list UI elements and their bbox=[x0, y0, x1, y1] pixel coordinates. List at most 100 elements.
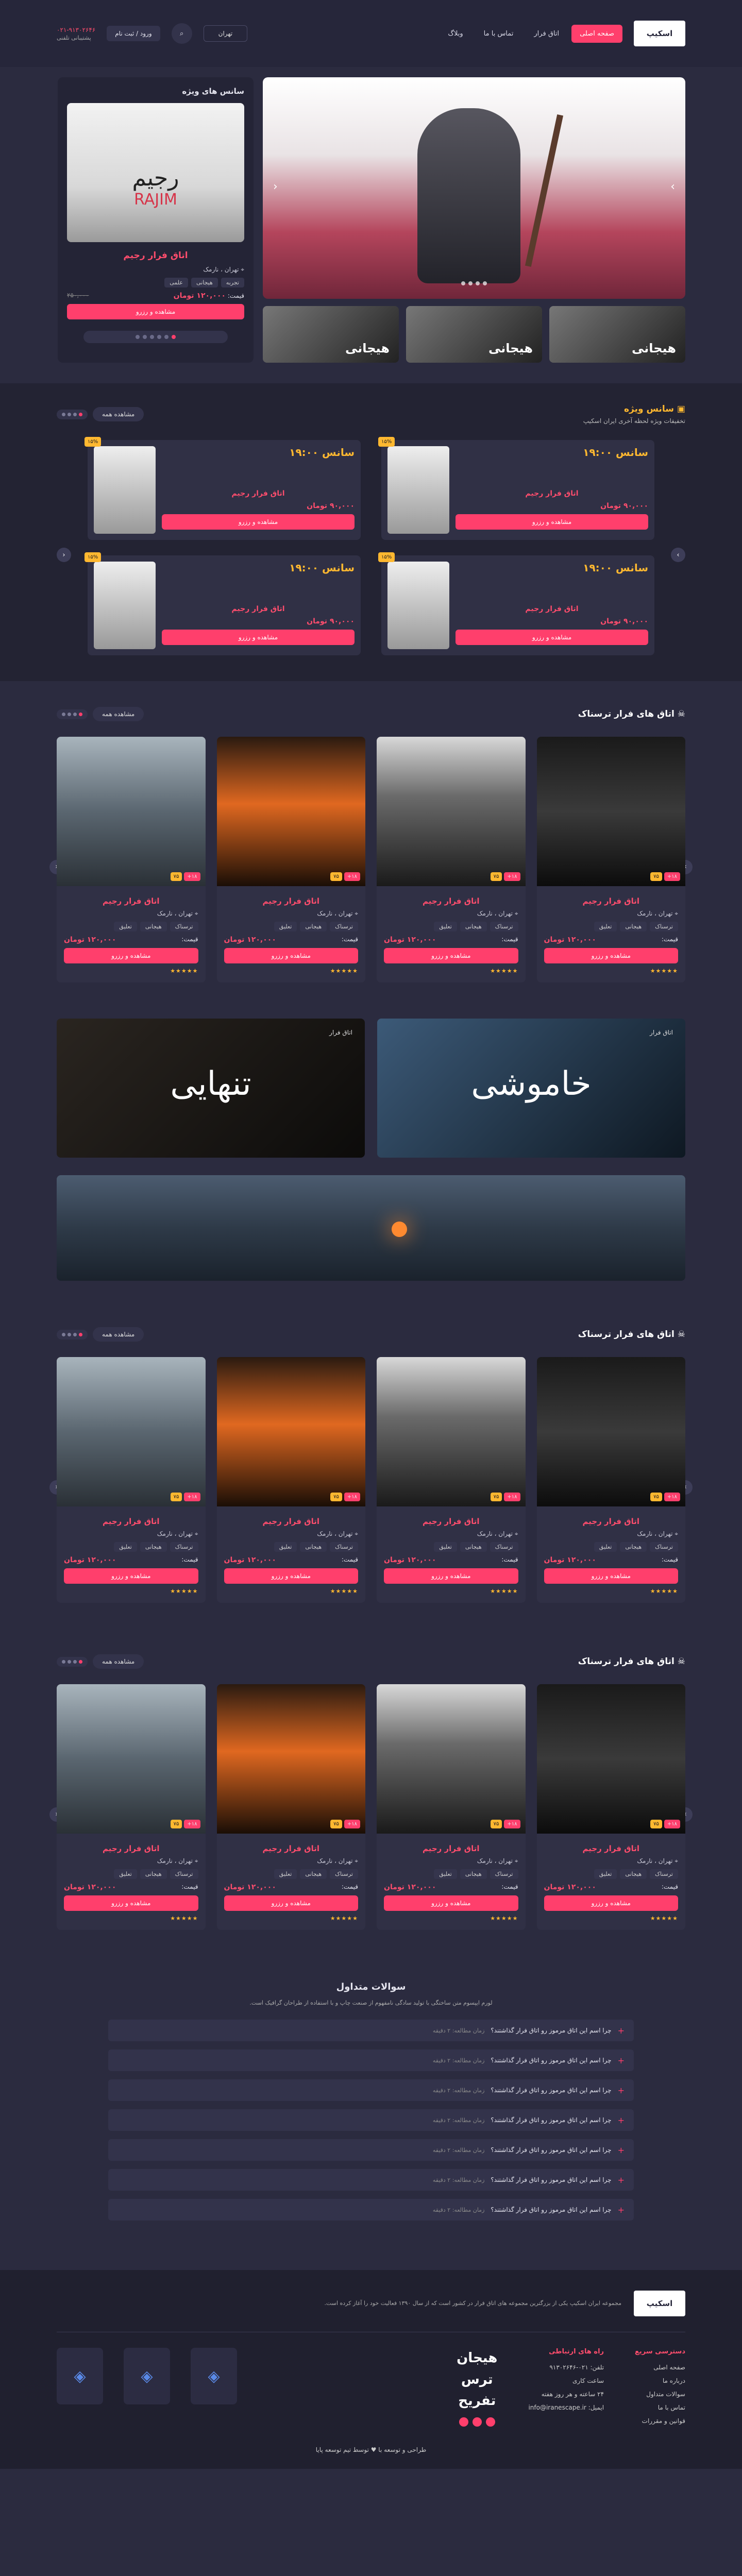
faq-item[interactable]: + چرا اسم این اتاق مرموز رو اتاق فرار گذا… bbox=[108, 2020, 634, 2041]
pager-dot[interactable] bbox=[150, 335, 154, 339]
slider-dot[interactable] bbox=[461, 281, 465, 285]
footer-link[interactable]: تماس با ما bbox=[635, 2404, 685, 2411]
pager-dot[interactable] bbox=[68, 1659, 71, 1664]
room-card[interactable]: ۱۸+ ۷۵ اتاق فرار رجیم ⌖ تهران ، نارمک ترس… bbox=[377, 1684, 526, 1930]
slider-next-icon[interactable]: › bbox=[670, 180, 675, 193]
reserve-button[interactable]: مشاهده و رزرو bbox=[384, 1895, 518, 1911]
pager-dot[interactable] bbox=[172, 335, 176, 339]
footer-logo[interactable]: اسکیپ bbox=[634, 2291, 685, 2316]
slider-dot[interactable] bbox=[468, 281, 473, 285]
room-card[interactable]: ۱۸+ ۷۵ اتاق فرار رجیم ⌖ تهران ، نارمک ترس… bbox=[536, 1684, 685, 1930]
room-card[interactable]: ۱۸+ ۷۵ اتاق فرار رجیم ⌖ تهران ، نارمک ترس… bbox=[57, 1357, 206, 1603]
pager-dot[interactable] bbox=[136, 335, 140, 339]
pager-dot[interactable] bbox=[79, 712, 82, 716]
hero-thumb[interactable]: هیجانی bbox=[406, 306, 542, 363]
nav-contact[interactable]: تماس با ما bbox=[476, 25, 522, 43]
instagram-icon[interactable] bbox=[485, 2417, 495, 2427]
faq-item[interactable]: + چرا اسم این اتاق مرموز رو اتاق فرار گذا… bbox=[108, 2109, 634, 2131]
enamad-badge[interactable]: ◈ bbox=[191, 2348, 237, 2404]
reserve-button[interactable]: مشاهده و رزرو bbox=[544, 1895, 678, 1911]
reserve-button[interactable]: مشاهده و رزرو bbox=[544, 1568, 678, 1584]
room-card[interactable]: ۱۸+ ۷۵ اتاق فرار رجیم ⌖ تهران ، نارمک ترس… bbox=[536, 1357, 685, 1603]
room-card[interactable]: ۱۸+ ۷۵ اتاق فرار رجیم ⌖ تهران ، نارمک ترس… bbox=[216, 737, 365, 982]
footer-link[interactable]: صفحه اصلی bbox=[635, 2364, 685, 2371]
pager-dot[interactable] bbox=[73, 412, 77, 416]
slider-prev-icon[interactable]: ‹ bbox=[273, 180, 278, 193]
faq-item[interactable]: + چرا اسم این اتاق مرموز رو اتاق فرار گذا… bbox=[108, 2079, 634, 2101]
session-card[interactable]: ۱۵% سانس ۱۹:۰۰ اتاق فرار رجیم ۹۰,۰۰۰ تومان… bbox=[85, 437, 361, 540]
card-title[interactable]: اتاق فرار رجیم bbox=[67, 250, 244, 261]
pager-dot[interactable] bbox=[79, 412, 82, 416]
room-card[interactable]: ۱۸+ ۷۵ اتاق فرار رجیم ⌖ تهران ، نارمک ترس… bbox=[377, 1357, 526, 1603]
room-card[interactable]: ۱۸+ ۷۵ اتاق فرار رجیم ⌖ تهران ، نارمک ترس… bbox=[216, 1684, 365, 1930]
room-card[interactable]: ۱۸+ ۷۵ اتاق فرار رجیم ⌖ تهران ، نارمک ترس… bbox=[536, 737, 685, 982]
telegram-icon[interactable] bbox=[472, 2417, 482, 2427]
forest-banner[interactable] bbox=[57, 1175, 685, 1281]
pager-dot[interactable] bbox=[79, 1332, 82, 1336]
pager-dot[interactable] bbox=[68, 712, 71, 716]
room-card[interactable]: ۱۸+ ۷۵ اتاق فرار رجیم ⌖ تهران ، نارمک ترس… bbox=[216, 1357, 365, 1603]
reserve-button[interactable]: مشاهده و رزرو bbox=[544, 948, 678, 963]
reserve-button[interactable]: مشاهده و رزرو bbox=[67, 304, 244, 319]
view-all-button[interactable]: مشاهده همه bbox=[93, 707, 144, 721]
footer-link[interactable]: سوالات متداول bbox=[635, 2391, 685, 2398]
reserve-button[interactable]: مشاهده و رزرو bbox=[64, 948, 198, 963]
slider-dot[interactable] bbox=[476, 281, 480, 285]
faq-item[interactable]: + چرا اسم این اتاق مرموز رو اتاق فرار گذا… bbox=[108, 2049, 634, 2071]
pager-dot[interactable] bbox=[73, 1659, 77, 1664]
reserve-button[interactable]: مشاهده و رزرو bbox=[162, 514, 355, 530]
banner-silence[interactable]: اتاق فرار خاموشی bbox=[377, 1019, 685, 1158]
room-card[interactable]: ۱۸+ ۷۵ اتاق فرار رجیم ⌖ تهران ، نارمک ترس… bbox=[57, 737, 206, 982]
reserve-button[interactable]: مشاهده و رزرو bbox=[456, 514, 648, 530]
search-button[interactable]: ⌕ bbox=[171, 23, 192, 44]
reserve-button[interactable]: مشاهده و رزرو bbox=[64, 1568, 198, 1584]
session-card[interactable]: ۱۵% سانس ۱۹:۰۰ اتاق فرار رجیم ۹۰,۰۰۰ تومان… bbox=[378, 437, 654, 540]
room-poster[interactable]: رجیم RAJIM bbox=[67, 103, 244, 242]
pager-dot[interactable] bbox=[62, 412, 65, 416]
pager-dot[interactable] bbox=[62, 1659, 65, 1664]
reserve-button[interactable]: مشاهده و رزرو bbox=[384, 1568, 518, 1584]
room-card[interactable]: ۱۸+ ۷۵ اتاق فرار رجیم ⌖ تهران ، نارمک ترس… bbox=[57, 1684, 206, 1930]
pager-dot[interactable] bbox=[164, 335, 168, 339]
faq-item[interactable]: + چرا اسم این اتاق مرموز رو اتاق فرار گذا… bbox=[108, 2169, 634, 2191]
etehadieh-badge[interactable]: ◈ bbox=[57, 2348, 103, 2404]
pager-dot[interactable] bbox=[73, 712, 77, 716]
hero-thumb[interactable]: هیجانی bbox=[549, 306, 685, 363]
room-card[interactable]: ۱۸+ ۷۵ اتاق فرار رجیم ⌖ تهران ، نارمک ترس… bbox=[377, 737, 526, 982]
view-all-button[interactable]: مشاهده همه bbox=[93, 1327, 144, 1342]
reserve-button[interactable]: مشاهده و رزرو bbox=[224, 1895, 358, 1911]
view-all-button[interactable]: مشاهده همه bbox=[93, 1654, 144, 1669]
hero-thumb[interactable]: هیجانی bbox=[263, 306, 399, 363]
pager-dot[interactable] bbox=[79, 1659, 82, 1664]
reserve-button[interactable]: مشاهده و رزرو bbox=[64, 1895, 198, 1911]
footer-link[interactable]: درباره ما bbox=[635, 2377, 685, 2384]
reserve-button[interactable]: مشاهده و رزرو bbox=[224, 948, 358, 963]
nav-home[interactable]: صفحه اصلی bbox=[571, 24, 622, 43]
pager-dot[interactable] bbox=[143, 335, 147, 339]
pager-dot[interactable] bbox=[68, 412, 71, 416]
reserve-button[interactable]: مشاهده و رزرو bbox=[224, 1568, 358, 1584]
city-select[interactable]: تهران bbox=[203, 25, 248, 42]
hero-slider[interactable]: › ‹ bbox=[263, 77, 685, 299]
faq-item[interactable]: + چرا اسم این اتاق مرموز رو اتاق فرار گذا… bbox=[108, 2199, 634, 2221]
pager-dot[interactable] bbox=[73, 1332, 77, 1336]
pager-dot[interactable] bbox=[62, 1332, 65, 1336]
next-arrow-icon[interactable]: › bbox=[671, 548, 685, 562]
prev-arrow-icon[interactable]: ‹ bbox=[57, 548, 71, 562]
session-card[interactable]: ۱۵% سانس ۱۹:۰۰ اتاق فرار رجیم ۹۰,۰۰۰ تومان… bbox=[85, 552, 361, 655]
samandehi-badge[interactable]: ◈ bbox=[124, 2348, 170, 2404]
pager-dot[interactable] bbox=[62, 712, 65, 716]
faq-item[interactable]: + چرا اسم این اتاق مرموز رو اتاق فرار گذا… bbox=[108, 2139, 634, 2161]
banner-loneliness[interactable]: اتاق فرار تنهایی bbox=[57, 1019, 365, 1158]
reserve-button[interactable]: مشاهده و رزرو bbox=[384, 948, 518, 963]
reserve-button[interactable]: مشاهده و رزرو bbox=[162, 630, 355, 645]
pager-dot[interactable] bbox=[68, 1332, 71, 1336]
footer-link[interactable]: قوانین و مقررات bbox=[635, 2417, 685, 2425]
nav-blog[interactable]: وبلاگ bbox=[440, 25, 471, 43]
login-button[interactable]: ورود / ثبت نام bbox=[107, 26, 160, 41]
whatsapp-icon[interactable] bbox=[459, 2417, 468, 2427]
slider-dot[interactable] bbox=[483, 281, 487, 285]
session-card[interactable]: ۱۵% سانس ۱۹:۰۰ اتاق فرار رجیم ۹۰,۰۰۰ تومان… bbox=[378, 552, 654, 655]
pager-dot[interactable] bbox=[157, 335, 161, 339]
view-all-button[interactable]: مشاهده همه bbox=[93, 407, 144, 421]
